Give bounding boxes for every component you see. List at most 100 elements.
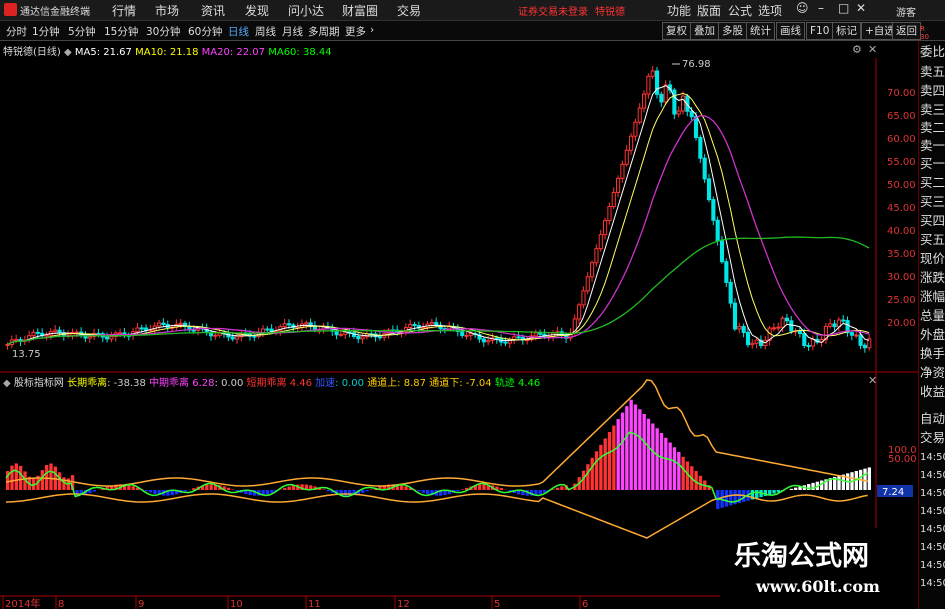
menu-options[interactable]: 选项 [758, 2, 782, 19]
indicator-bar [867, 467, 871, 490]
indicator-bar [477, 484, 482, 490]
tab-5min[interactable]: 5分钟 [68, 24, 96, 39]
tab-1min[interactable]: 1分钟 [32, 24, 60, 39]
multi-stock-button[interactable]: 多股 [718, 22, 747, 40]
indicator-bar [482, 484, 486, 490]
quote-panel-item: 卖五 [920, 65, 945, 79]
legend-dot-icon: ◆ [3, 378, 11, 389]
candle-body [334, 330, 339, 336]
tab-30min[interactable]: 30分钟 [146, 24, 180, 39]
chevron-right-icon[interactable]: › [370, 24, 374, 36]
candle-body [702, 157, 707, 180]
indicator-bar [322, 489, 326, 490]
candle-body [31, 331, 36, 337]
guest-label[interactable]: 游客 [896, 4, 916, 19]
quote-panel-item: 买一 [920, 157, 945, 171]
indicator-bar [681, 456, 685, 490]
indicator-bar [49, 463, 53, 490]
indicator-bar [456, 490, 460, 492]
candle-body [689, 110, 694, 118]
menu-market-list[interactable]: 市场 [155, 2, 179, 19]
login-warning[interactable]: 证券交易未登录 [518, 3, 588, 18]
menu-wealth[interactable]: 财富圈 [342, 2, 378, 19]
tab-more[interactable]: 更多 [345, 24, 366, 39]
time-tick: 11 [308, 599, 321, 609]
quote-panel-item: 14:50 [920, 578, 945, 589]
quote-panel-item: 总量 [920, 309, 945, 323]
candle-body [616, 177, 621, 193]
menu-layout[interactable]: 版面 [697, 2, 721, 19]
menu-ask[interactable]: 问小达 [288, 2, 324, 19]
candle-body [481, 338, 486, 343]
indicator-bar [400, 485, 404, 490]
menu-function[interactable]: 功能 [667, 2, 691, 19]
indicator-bar [698, 475, 703, 490]
candle-body [178, 322, 183, 325]
candle-body [429, 322, 434, 325]
candle-body [715, 219, 720, 242]
maximize-icon[interactable]: □ [838, 1, 849, 15]
watermark-logo: 乐淘公式网 www.60lt.com [720, 528, 918, 603]
quote-panel-item: 14:50 [920, 524, 945, 535]
candle-body [849, 332, 854, 336]
tab-daily[interactable]: 日线 [228, 24, 249, 39]
indicator-bar [603, 438, 607, 490]
candle-body [642, 93, 647, 109]
indicator-bar [664, 437, 668, 490]
price-tick: 55.00 [887, 157, 916, 168]
quote-panel-item: 买三 [920, 195, 945, 209]
indicator-bar [633, 404, 638, 490]
back-button[interactable]: 返回 [892, 22, 921, 40]
quote-side-panel: R 30 委比 卖五 卖四 卖三 卖二 卖一 买一 买二 买三 买四 买五 现价 涨跌 涨幅 总量 外盘 换手 净资… [918, 25, 945, 609]
candle-body [421, 326, 426, 329]
quote-panel-item: 收益 [920, 385, 945, 399]
menu-formula[interactable]: 公式 [728, 2, 752, 19]
user-icon[interactable]: ☺ [796, 1, 809, 15]
candle-body [862, 344, 867, 349]
tab-timeshare[interactable]: 分时 [6, 24, 27, 39]
menu-trade[interactable]: 交易 [397, 2, 421, 19]
mark-button[interactable]: 标记 [832, 22, 861, 40]
candle-body [676, 110, 681, 115]
tab-weekly[interactable]: 周线 [255, 24, 276, 39]
long-bias-label: 长期乖离 [67, 378, 108, 389]
indicator-bar [794, 487, 798, 490]
indicator-bar [772, 490, 776, 494]
candle-body [719, 240, 725, 263]
chart-canvas[interactable]: 76.98 13.75 70.00 65.00 60.00 55.00 50.0… [0, 40, 918, 609]
indicator-tick: 50.00 [888, 454, 917, 465]
candle-body [698, 137, 703, 159]
overlay-button[interactable]: 叠加 [690, 22, 719, 40]
indicator-close-icon[interactable]: ✕ [868, 374, 877, 387]
indicator-bar [40, 470, 44, 490]
candle-body [585, 276, 590, 292]
statistics-button[interactable]: 统计 [746, 22, 775, 40]
tab-15min[interactable]: 15分钟 [104, 24, 138, 39]
candle-body [360, 336, 365, 340]
menu-market[interactable]: 行情 [112, 2, 136, 19]
restore-rights-button[interactable]: 复权 [662, 22, 691, 40]
minimize-icon[interactable]: – [818, 1, 824, 15]
draw-line-button[interactable]: 画线 [776, 22, 805, 40]
quote-panel-item: 14:50 [920, 560, 945, 571]
menu-discover[interactable]: 发现 [245, 2, 269, 19]
tab-multi-period[interactable]: 多周期 [308, 24, 340, 39]
candle-body [516, 336, 521, 339]
indicator-bar [287, 486, 291, 490]
price-tick: 40.00 [887, 226, 916, 237]
indicator-bar [551, 489, 555, 490]
tab-60min[interactable]: 60分钟 [188, 24, 222, 39]
candle-body [854, 334, 859, 337]
watermark-title: 乐淘公式网 [734, 541, 869, 572]
menu-news[interactable]: 资讯 [201, 2, 225, 19]
quote-panel-item[interactable]: 自动 [920, 412, 945, 426]
quote-panel-item[interactable]: 交易 [920, 431, 945, 445]
f10-button[interactable]: F10 [806, 22, 834, 40]
tab-monthly[interactable]: 月线 [282, 24, 303, 39]
indicator-bar [755, 490, 759, 499]
close-icon[interactable]: ✕ [856, 1, 866, 15]
candle-body [464, 334, 469, 337]
indicator-bar [57, 472, 62, 490]
indicator-bar [555, 487, 560, 490]
quote-panel-item: 14:50 [920, 506, 945, 517]
